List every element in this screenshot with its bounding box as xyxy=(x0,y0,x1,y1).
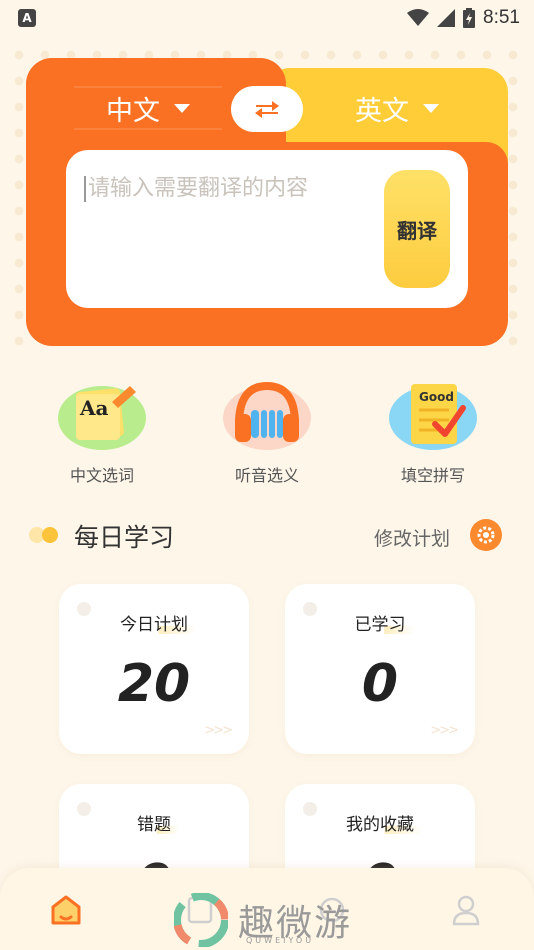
feature-badge-text: Aa xyxy=(80,396,109,420)
watermark-subtext: QUWEIYOU xyxy=(246,936,315,945)
stat-label: 我的收藏 xyxy=(338,810,422,835)
stat-value: 0 xyxy=(361,654,399,714)
feature-label: 听音选义 xyxy=(234,466,299,485)
chevron-right-icon: >>> xyxy=(430,723,459,738)
feature-label: 中文选词 xyxy=(69,466,134,485)
feature-chinese-word[interactable]: Aa 中文选词 xyxy=(42,380,162,490)
stat-label: 今日计划 xyxy=(112,610,196,635)
stat-label: 错题 xyxy=(129,810,179,835)
swap-languages-button[interactable] xyxy=(231,86,303,132)
nav-home[interactable] xyxy=(46,890,86,930)
clock: 8:51 xyxy=(483,7,520,28)
watermark-logo-icon xyxy=(174,893,228,947)
target-lang-selector[interactable]: 英文 xyxy=(322,86,472,130)
chevron-down-icon xyxy=(423,103,439,113)
headphones-icon xyxy=(221,380,313,452)
translate-button[interactable]: 翻译 xyxy=(384,170,450,288)
translate-input[interactable]: 请输入需要翻译的内容 翻译 xyxy=(66,150,468,308)
translate-card: 中文 英文 请输入需要翻译的内容 翻译 xyxy=(26,58,508,346)
chevron-right-icon: >>> xyxy=(204,723,233,738)
swap-icon xyxy=(255,101,279,118)
source-lang-label: 中文 xyxy=(106,95,160,127)
daily-study-title: 每日学习 xyxy=(74,523,175,552)
feature-badge-text: Good xyxy=(419,390,454,404)
word-card-icon: Aa xyxy=(56,380,148,452)
stat-card-learned[interactable]: 已学习 0 >>> xyxy=(285,584,475,754)
notebook-check-icon: Good xyxy=(387,380,479,452)
stat-card-today-plan[interactable]: 今日计划 20 >>> xyxy=(59,584,249,754)
nav-profile[interactable] xyxy=(446,890,486,930)
translate-input-placeholder: 请输入需要翻译的内容 xyxy=(84,176,308,202)
home-icon xyxy=(51,895,81,925)
feature-listen-meaning[interactable]: 听音选义 xyxy=(207,380,327,490)
battery-icon xyxy=(463,8,476,28)
source-lang-selector[interactable]: 中文 xyxy=(74,86,222,130)
chevron-down-icon xyxy=(174,103,190,113)
watermark: 趣微游 QUWEIYOU xyxy=(174,890,374,950)
stat-label: 已学习 xyxy=(346,610,414,635)
gear-icon[interactable] xyxy=(470,519,502,551)
status-bar: A 8:51 xyxy=(0,0,534,36)
modify-plan-link[interactable]: 修改计划 xyxy=(374,524,450,551)
stat-value: 20 xyxy=(117,654,191,714)
signal-icon xyxy=(437,9,456,27)
section-dots-icon xyxy=(29,527,58,543)
notification-icon: A xyxy=(18,9,36,27)
profile-icon xyxy=(452,895,480,926)
feature-label: 填空拼写 xyxy=(400,466,465,485)
feature-fill-spelling[interactable]: Good 填空拼写 xyxy=(373,380,493,490)
wifi-icon xyxy=(407,9,430,26)
target-lang-label: 英文 xyxy=(355,95,409,127)
